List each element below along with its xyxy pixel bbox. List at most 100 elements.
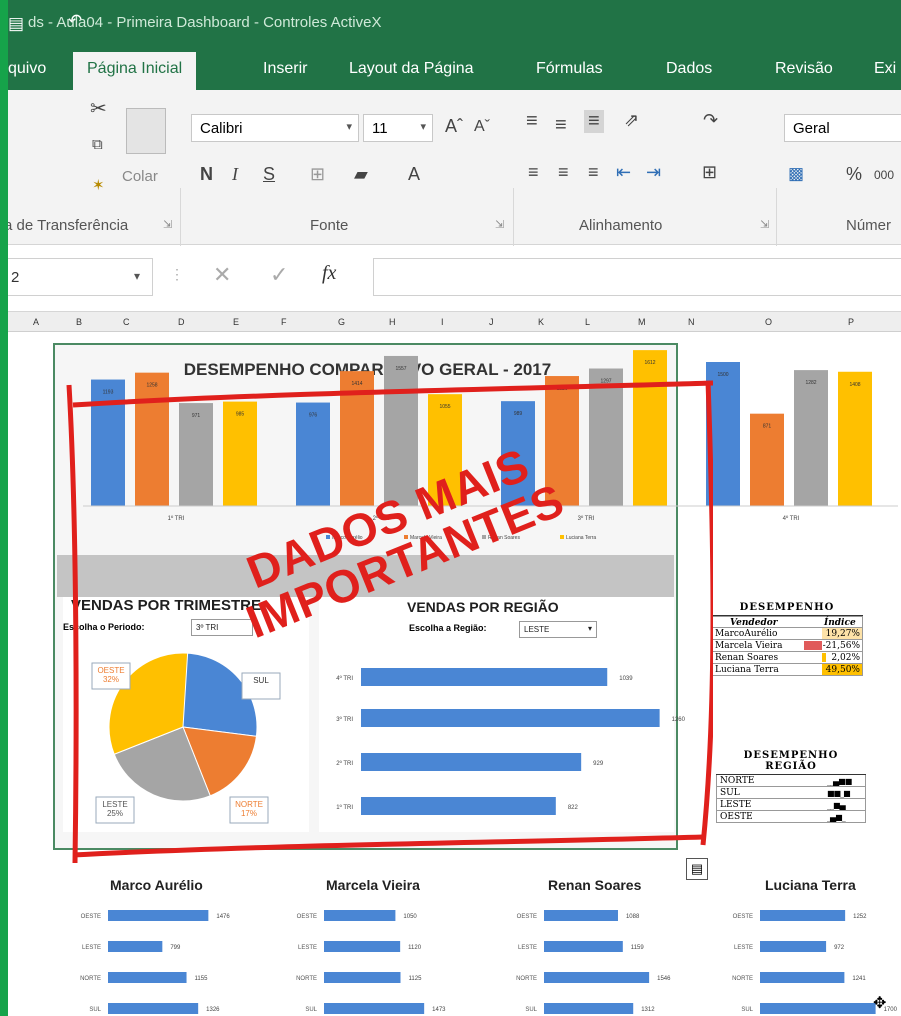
table-row: MarcoAurélio 19,27% xyxy=(711,628,863,640)
bar-value-label: 1297 xyxy=(600,379,611,385)
bar-value-label: 1260 xyxy=(672,717,686,723)
move-cursor-icon: ✥ xyxy=(873,995,887,1012)
bar-value-label: 1546 xyxy=(657,976,671,982)
bar xyxy=(589,368,623,506)
bar-value-label: 1408 xyxy=(849,382,860,388)
bar xyxy=(324,941,401,952)
bar xyxy=(760,910,846,921)
indice-header: Índice xyxy=(824,618,856,628)
region-name: OESTE xyxy=(720,812,753,822)
bar xyxy=(794,370,828,506)
category-tick-label: LESTE xyxy=(298,945,317,951)
bar-value-label: 1088 xyxy=(626,914,640,920)
category-tick-label: 1º TRI xyxy=(336,804,353,811)
bar-value-label: 1050 xyxy=(403,914,417,920)
category-tick-label: OESTE xyxy=(297,914,317,920)
bar-value-label: 1055 xyxy=(439,404,450,410)
category-tick-label: NORTE xyxy=(296,976,317,982)
bar xyxy=(838,371,872,506)
vendor-name: Marcela Vieira xyxy=(715,641,783,651)
bar xyxy=(544,1003,634,1014)
table-row: LESTE __■▄ xyxy=(716,799,866,811)
bar-value-label: 929 xyxy=(593,761,604,767)
bar-value-label: 1125 xyxy=(409,976,423,982)
bar-value-label: 1612 xyxy=(644,360,655,366)
desempenho-regiao-title: DESEMPENHO REGIÃO xyxy=(716,750,866,775)
bar xyxy=(361,753,582,771)
bar-value-label: 1500 xyxy=(717,372,728,378)
bar-value-label: 1473 xyxy=(432,1007,446,1013)
category-tick-label: SUL xyxy=(525,1007,537,1013)
bar-value-label: 1557 xyxy=(395,366,406,372)
form-control-icon[interactable]: ▤ xyxy=(686,858,708,880)
table-row: Marcela Vieira -21,56% xyxy=(711,640,863,652)
vendedor-header: Vendedor xyxy=(730,618,778,628)
bar-value-label: 1155 xyxy=(195,976,209,982)
bar xyxy=(361,668,608,686)
bar xyxy=(324,910,396,921)
region-name: LESTE xyxy=(720,800,752,810)
pie-slice-label: 17% xyxy=(241,809,257,818)
vendor-name: Renan Soares xyxy=(715,653,779,663)
pie-slice-label: SUL xyxy=(253,676,269,685)
category-tick-label: 1º TRI xyxy=(168,515,185,522)
bar-value-label: 822 xyxy=(568,805,579,811)
pie-slice-label: 25% xyxy=(107,809,123,818)
bar-value-label: 871 xyxy=(763,424,772,430)
bar-value-label: 1226 xyxy=(556,386,567,392)
bar-value-label: 1312 xyxy=(641,1007,655,1013)
vendor-name: MarcoAurélio xyxy=(715,629,778,639)
bar xyxy=(544,910,618,921)
bar-value-label: 1241 xyxy=(852,976,866,982)
sparkline-icon: _▄■_ xyxy=(827,813,846,822)
category-tick-label: NORTE xyxy=(80,976,101,982)
table-row: SUL ■■_■ xyxy=(716,787,866,799)
bar-value-label: 989 xyxy=(514,411,523,417)
category-tick-label: SUL xyxy=(741,1007,753,1013)
vendor-name: Luciana Terra xyxy=(715,665,779,675)
category-tick-label: LESTE xyxy=(518,945,537,951)
category-tick-label: OESTE xyxy=(733,914,753,920)
bar xyxy=(361,709,660,727)
legend-swatch xyxy=(560,535,564,539)
bar-value-label: 976 xyxy=(309,413,318,419)
bar xyxy=(760,941,827,952)
category-tick-label: SUL xyxy=(305,1007,317,1013)
category-tick-label: SUL xyxy=(89,1007,101,1013)
person-chart-title: Marco Aurélio xyxy=(110,877,203,893)
bar-value-label: 1193 xyxy=(103,390,114,396)
bar-value-label: 1120 xyxy=(408,945,422,951)
table-row: Renan Soares 2,02% xyxy=(711,652,863,664)
bar xyxy=(324,972,401,983)
category-tick-label: OESTE xyxy=(517,914,537,920)
category-tick-label: 2º TRI xyxy=(336,760,353,767)
excel-window: ▤ ↶ ds - Aula04 - Primeira Dashboard - C… xyxy=(8,0,901,1016)
bar xyxy=(361,797,556,815)
bar-value-label: 1414 xyxy=(351,381,362,387)
bar-value-label: 1476 xyxy=(216,914,230,920)
pie-slice-label: LESTE xyxy=(102,800,127,809)
desempenho-title: DESEMPENHO xyxy=(711,602,863,616)
bar xyxy=(544,972,650,983)
sparkline-icon: __▄■■ xyxy=(827,777,852,786)
region-name: SUL xyxy=(720,788,740,798)
vendor-index: 2,02% xyxy=(831,653,860,663)
category-tick-label: 3º TRI xyxy=(336,716,353,723)
category-tick-label: OESTE xyxy=(81,914,101,920)
bar xyxy=(340,371,374,506)
bar-value-label: 1258 xyxy=(146,383,157,389)
legend-label: Luciana Terra xyxy=(566,535,596,541)
vendor-index: 49,50% xyxy=(825,665,860,675)
bar xyxy=(760,972,845,983)
vendor-index: 19,27% xyxy=(825,629,860,639)
bar xyxy=(108,941,163,952)
bar xyxy=(324,1003,425,1014)
bar xyxy=(633,350,667,506)
category-tick-label: NORTE xyxy=(516,976,537,982)
bar xyxy=(91,379,125,506)
person-chart-title: Luciana Terra xyxy=(765,877,856,893)
region-name: NORTE xyxy=(720,776,755,786)
category-tick-label: LESTE xyxy=(82,945,101,951)
bar-value-label: 799 xyxy=(170,945,181,951)
category-tick-label: LESTE xyxy=(734,945,753,951)
